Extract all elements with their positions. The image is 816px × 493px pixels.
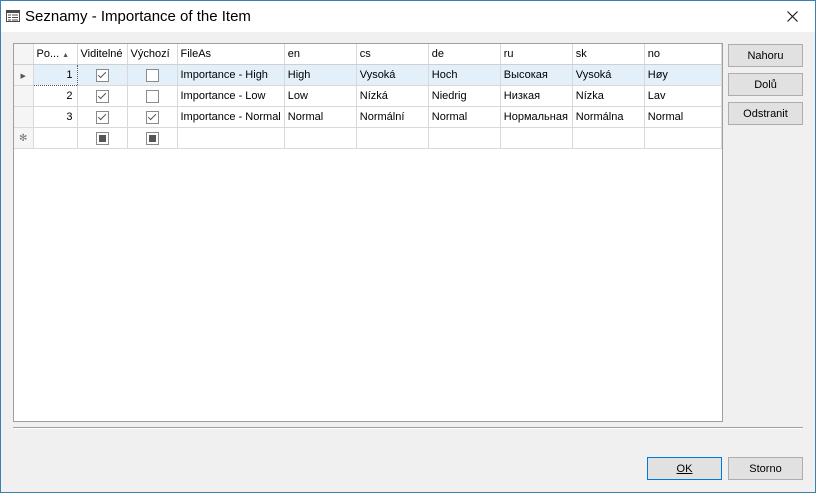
cs-cell[interactable] [356,127,429,149]
row-indicator [14,106,34,128]
close-icon [786,10,798,22]
order-cell[interactable]: 2 [33,85,78,107]
dialog-window: Seznamy - Importance of the Item Po...▲ [0,0,816,493]
fileas-cell[interactable]: Importance - High [177,64,285,86]
list-window-icon [6,10,20,22]
no-cell[interactable] [644,127,722,149]
header-row: Po... ▲ Viditelné Výchozí FileAs en cs de… [14,44,722,65]
sk-cell[interactable]: Normálna [572,106,645,128]
sk-cell[interactable]: Vysoká [572,64,645,86]
default-checkbox[interactable] [145,131,159,145]
header-indicator [14,44,34,65]
ru-cell[interactable]: Нормальная [500,106,573,128]
row-indicator: ✻ [14,127,34,149]
fileas-cell[interactable]: Importance - Normal [177,106,285,128]
en-cell[interactable]: Low [284,85,357,107]
visible-cell[interactable] [77,85,128,107]
window-title: Seznamy - Importance of the Item [25,8,251,25]
column-header-de[interactable]: de [428,44,501,65]
ok-button[interactable]: OK [647,457,722,480]
en-cell[interactable]: Normal [284,106,357,128]
column-header-en[interactable]: en [284,44,357,65]
row-indicator [14,85,34,107]
fileas-cell[interactable]: Importance - Low [177,85,285,107]
de-cell[interactable]: Hoch [428,64,501,86]
column-header-order[interactable]: Po... ▲ [33,44,78,65]
remove-button[interactable]: Odstranit [728,102,803,125]
default-cell[interactable] [127,127,178,149]
move-down-button[interactable]: Dolů [728,73,803,96]
footer-separator [13,427,803,429]
order-cell[interactable] [33,127,78,149]
default-checkbox[interactable] [145,110,159,124]
visible-cell[interactable] [77,127,128,149]
no-cell[interactable]: Normal [644,106,722,128]
column-header-fileas[interactable]: FileAs [177,44,285,65]
default-cell[interactable] [127,64,178,86]
sk-cell[interactable] [572,127,645,149]
list-grid[interactable]: Po... ▲ Viditelné Výchozí FileAs en cs de… [13,43,723,422]
de-cell[interactable] [428,127,501,149]
fileas-cell[interactable] [177,127,285,149]
sk-cell[interactable]: Nízka [572,85,645,107]
title-bar[interactable]: Seznamy - Importance of the Item [1,1,815,32]
de-cell[interactable]: Normal [428,106,501,128]
cancel-button[interactable]: Storno [728,457,803,480]
visible-checkbox[interactable] [95,68,109,82]
order-cell[interactable]: 3 [33,106,78,128]
ru-cell[interactable]: Низкая [500,85,573,107]
cs-cell[interactable]: Nízká [356,85,429,107]
table-row[interactable]: 2 Importance - Low Low Nízká Niedrig Низ… [14,85,722,107]
en-cell[interactable]: High [284,64,357,86]
default-cell[interactable] [127,85,178,107]
column-header-no[interactable]: no [644,44,722,65]
sort-ascending-icon: ▲ [62,52,70,59]
column-header-ru[interactable]: ru [500,44,573,65]
column-header-default[interactable]: Výchozí [127,44,178,65]
grid-table: Po... ▲ Viditelné Výchozí FileAs en cs de… [14,44,722,149]
column-header-visible[interactable]: Viditelné [77,44,128,65]
visible-cell[interactable] [77,106,128,128]
order-cell[interactable]: 1 [32,64,78,86]
no-cell[interactable]: Høy [644,64,722,86]
column-header-cs[interactable]: cs [356,44,429,65]
cs-cell[interactable]: Vysoká [356,64,429,86]
visible-checkbox[interactable] [95,131,109,145]
table-row[interactable]: 3 Importance - Normal Normal Normální No… [14,106,722,128]
close-button[interactable] [769,1,815,31]
en-cell[interactable] [284,127,357,149]
current-row-arrow-icon: ▶ [20,73,26,80]
no-cell[interactable]: Lav [644,85,722,107]
ru-cell[interactable]: Высокая [500,64,573,86]
column-header-sk[interactable]: sk [572,44,645,65]
ru-cell[interactable] [500,127,573,149]
visible-checkbox[interactable] [95,110,109,124]
cs-cell[interactable]: Normální [356,106,429,128]
default-checkbox[interactable] [145,68,159,82]
default-checkbox[interactable] [145,89,159,103]
visible-checkbox[interactable] [95,89,109,103]
visible-cell[interactable] [77,64,128,86]
table-row[interactable]: ▶ 1 Importance - High High Vysoká Hoch В… [14,64,722,86]
row-indicator: ▶ [14,64,34,86]
new-row[interactable]: ✻ [14,127,722,149]
de-cell[interactable]: Niedrig [428,85,501,107]
new-row-asterisk-icon: ✻ [19,133,28,144]
move-up-button[interactable]: Nahoru [728,44,803,67]
default-cell[interactable] [127,106,178,128]
dialog-client: Po... ▲ Viditelné Výchozí FileAs en cs de… [1,32,815,492]
